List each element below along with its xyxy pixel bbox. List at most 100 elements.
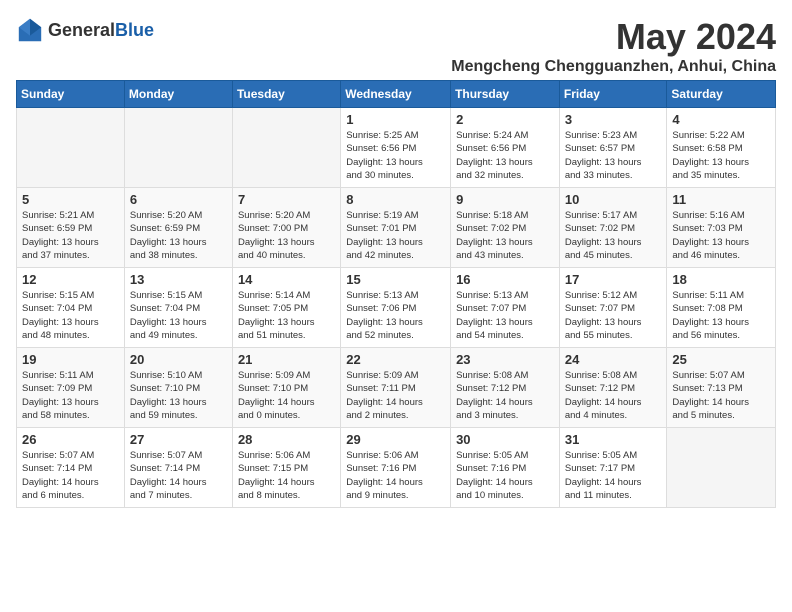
- day-info: Sunrise: 5:20 AM Sunset: 7:00 PM Dayligh…: [238, 209, 335, 262]
- day-number: 14: [238, 272, 335, 287]
- logo-text-blue: Blue: [115, 20, 154, 40]
- calendar-cell: 16 Sunrise: 5:13 AM Sunset: 7:07 PM Dayli…: [451, 268, 560, 348]
- weekday-header-friday: Friday: [559, 81, 667, 108]
- calendar-cell: 9 Sunrise: 5:18 AM Sunset: 7:02 PM Daylig…: [451, 188, 560, 268]
- calendar-cell: 21 Sunrise: 5:09 AM Sunset: 7:10 PM Dayli…: [232, 348, 340, 428]
- day-info: Sunrise: 5:14 AM Sunset: 7:05 PM Dayligh…: [238, 289, 335, 342]
- calendar-cell: 18 Sunrise: 5:11 AM Sunset: 7:08 PM Dayli…: [667, 268, 776, 348]
- day-info: Sunrise: 5:07 AM Sunset: 7:13 PM Dayligh…: [672, 369, 770, 422]
- day-number: 7: [238, 192, 335, 207]
- calendar-cell: 14 Sunrise: 5:14 AM Sunset: 7:05 PM Dayli…: [232, 268, 340, 348]
- day-number: 13: [130, 272, 227, 287]
- day-info: Sunrise: 5:13 AM Sunset: 7:06 PM Dayligh…: [346, 289, 445, 342]
- calendar-week-row: 12 Sunrise: 5:15 AM Sunset: 7:04 PM Dayli…: [17, 268, 776, 348]
- day-info: Sunrise: 5:05 AM Sunset: 7:17 PM Dayligh…: [565, 449, 662, 502]
- day-info: Sunrise: 5:15 AM Sunset: 7:04 PM Dayligh…: [130, 289, 227, 342]
- day-number: 4: [672, 112, 770, 127]
- day-info: Sunrise: 5:08 AM Sunset: 7:12 PM Dayligh…: [456, 369, 554, 422]
- day-info: Sunrise: 5:18 AM Sunset: 7:02 PM Dayligh…: [456, 209, 554, 262]
- day-number: 3: [565, 112, 662, 127]
- weekday-header-saturday: Saturday: [667, 81, 776, 108]
- day-number: 24: [565, 352, 662, 367]
- logo: GeneralBlue: [16, 16, 154, 44]
- logo-icon: [16, 16, 44, 44]
- day-info: Sunrise: 5:25 AM Sunset: 6:56 PM Dayligh…: [346, 129, 445, 182]
- title-block: May 2024 Mengcheng Chengguanzhen, Anhui,…: [451, 16, 776, 76]
- calendar-cell: 13 Sunrise: 5:15 AM Sunset: 7:04 PM Dayli…: [124, 268, 232, 348]
- day-number: 22: [346, 352, 445, 367]
- calendar-cell: 26 Sunrise: 5:07 AM Sunset: 7:14 PM Dayli…: [17, 428, 125, 508]
- day-info: Sunrise: 5:06 AM Sunset: 7:15 PM Dayligh…: [238, 449, 335, 502]
- day-number: 28: [238, 432, 335, 447]
- weekday-header-monday: Monday: [124, 81, 232, 108]
- day-number: 16: [456, 272, 554, 287]
- calendar-cell: 4 Sunrise: 5:22 AM Sunset: 6:58 PM Daylig…: [667, 108, 776, 188]
- calendar-cell: 31 Sunrise: 5:05 AM Sunset: 7:17 PM Dayli…: [559, 428, 667, 508]
- day-number: 9: [456, 192, 554, 207]
- day-number: 25: [672, 352, 770, 367]
- month-title: May 2024: [451, 16, 776, 58]
- calendar-week-row: 1 Sunrise: 5:25 AM Sunset: 6:56 PM Daylig…: [17, 108, 776, 188]
- calendar-cell: 22 Sunrise: 5:09 AM Sunset: 7:11 PM Dayli…: [341, 348, 451, 428]
- weekday-header-sunday: Sunday: [17, 81, 125, 108]
- day-number: 2: [456, 112, 554, 127]
- day-info: Sunrise: 5:06 AM Sunset: 7:16 PM Dayligh…: [346, 449, 445, 502]
- calendar-cell: [232, 108, 340, 188]
- day-number: 29: [346, 432, 445, 447]
- calendar-cell: 24Sunrise: 5:08 AM Sunset: 7:12 PM Dayli…: [559, 348, 667, 428]
- day-info: Sunrise: 5:21 AM Sunset: 6:59 PM Dayligh…: [22, 209, 119, 262]
- day-number: 21: [238, 352, 335, 367]
- calendar-cell: 27Sunrise: 5:07 AM Sunset: 7:14 PM Dayli…: [124, 428, 232, 508]
- calendar-cell: 10 Sunrise: 5:17 AM Sunset: 7:02 PM Dayli…: [559, 188, 667, 268]
- calendar-cell: 7 Sunrise: 5:20 AM Sunset: 7:00 PM Daylig…: [232, 188, 340, 268]
- day-number: 30: [456, 432, 554, 447]
- day-info: Sunrise: 5:12 AM Sunset: 7:07 PM Dayligh…: [565, 289, 662, 342]
- calendar-cell: 12 Sunrise: 5:15 AM Sunset: 7:04 PM Dayli…: [17, 268, 125, 348]
- day-number: 10: [565, 192, 662, 207]
- calendar-table: SundayMondayTuesdayWednesdayThursdayFrid…: [16, 80, 776, 508]
- day-number: 17: [565, 272, 662, 287]
- day-info: Sunrise: 5:23 AM Sunset: 6:57 PM Dayligh…: [565, 129, 662, 182]
- weekday-header-wednesday: Wednesday: [341, 81, 451, 108]
- day-info: Sunrise: 5:07 AM Sunset: 7:14 PM Dayligh…: [130, 449, 227, 502]
- day-info: Sunrise: 5:17 AM Sunset: 7:02 PM Dayligh…: [565, 209, 662, 262]
- day-info: Sunrise: 5:13 AM Sunset: 7:07 PM Dayligh…: [456, 289, 554, 342]
- day-number: 31: [565, 432, 662, 447]
- day-info: Sunrise: 5:10 AM Sunset: 7:10 PM Dayligh…: [130, 369, 227, 422]
- calendar-cell: 2 Sunrise: 5:24 AM Sunset: 6:56 PM Daylig…: [451, 108, 560, 188]
- calendar-cell: 25 Sunrise: 5:07 AM Sunset: 7:13 PM Dayli…: [667, 348, 776, 428]
- calendar-cell: 17 Sunrise: 5:12 AM Sunset: 7:07 PM Dayli…: [559, 268, 667, 348]
- day-number: 12: [22, 272, 119, 287]
- location-title: Mengcheng Chengguanzhen, Anhui, China: [451, 58, 776, 76]
- day-info: Sunrise: 5:09 AM Sunset: 7:11 PM Dayligh…: [346, 369, 445, 422]
- calendar-cell: 23Sunrise: 5:08 AM Sunset: 7:12 PM Dayli…: [451, 348, 560, 428]
- day-info: Sunrise: 5:22 AM Sunset: 6:58 PM Dayligh…: [672, 129, 770, 182]
- day-info: Sunrise: 5:24 AM Sunset: 6:56 PM Dayligh…: [456, 129, 554, 182]
- day-info: Sunrise: 5:07 AM Sunset: 7:14 PM Dayligh…: [22, 449, 119, 502]
- calendar-cell: [124, 108, 232, 188]
- weekday-header-thursday: Thursday: [451, 81, 560, 108]
- day-info: Sunrise: 5:11 AM Sunset: 7:08 PM Dayligh…: [672, 289, 770, 342]
- calendar-week-row: 5 Sunrise: 5:21 AM Sunset: 6:59 PM Daylig…: [17, 188, 776, 268]
- day-number: 15: [346, 272, 445, 287]
- calendar-cell: 6Sunrise: 5:20 AM Sunset: 6:59 PM Daylig…: [124, 188, 232, 268]
- calendar-week-row: 26 Sunrise: 5:07 AM Sunset: 7:14 PM Dayli…: [17, 428, 776, 508]
- calendar-week-row: 19Sunrise: 5:11 AM Sunset: 7:09 PM Dayli…: [17, 348, 776, 428]
- day-info: Sunrise: 5:11 AM Sunset: 7:09 PM Dayligh…: [22, 369, 119, 422]
- day-info: Sunrise: 5:20 AM Sunset: 6:59 PM Dayligh…: [130, 209, 227, 262]
- calendar-cell: 11Sunrise: 5:16 AM Sunset: 7:03 PM Dayli…: [667, 188, 776, 268]
- day-info: Sunrise: 5:05 AM Sunset: 7:16 PM Dayligh…: [456, 449, 554, 502]
- calendar-cell: 20Sunrise: 5:10 AM Sunset: 7:10 PM Dayli…: [124, 348, 232, 428]
- day-number: 26: [22, 432, 119, 447]
- calendar-cell: [17, 108, 125, 188]
- day-info: Sunrise: 5:15 AM Sunset: 7:04 PM Dayligh…: [22, 289, 119, 342]
- day-number: 1: [346, 112, 445, 127]
- day-number: 18: [672, 272, 770, 287]
- calendar-cell: 29 Sunrise: 5:06 AM Sunset: 7:16 PM Dayli…: [341, 428, 451, 508]
- day-number: 11: [672, 192, 770, 207]
- calendar-cell: 1 Sunrise: 5:25 AM Sunset: 6:56 PM Daylig…: [341, 108, 451, 188]
- calendar-cell: 15 Sunrise: 5:13 AM Sunset: 7:06 PM Dayli…: [341, 268, 451, 348]
- calendar-cell: 30 Sunrise: 5:05 AM Sunset: 7:16 PM Dayli…: [451, 428, 560, 508]
- day-info: Sunrise: 5:09 AM Sunset: 7:10 PM Dayligh…: [238, 369, 335, 422]
- day-number: 5: [22, 192, 119, 207]
